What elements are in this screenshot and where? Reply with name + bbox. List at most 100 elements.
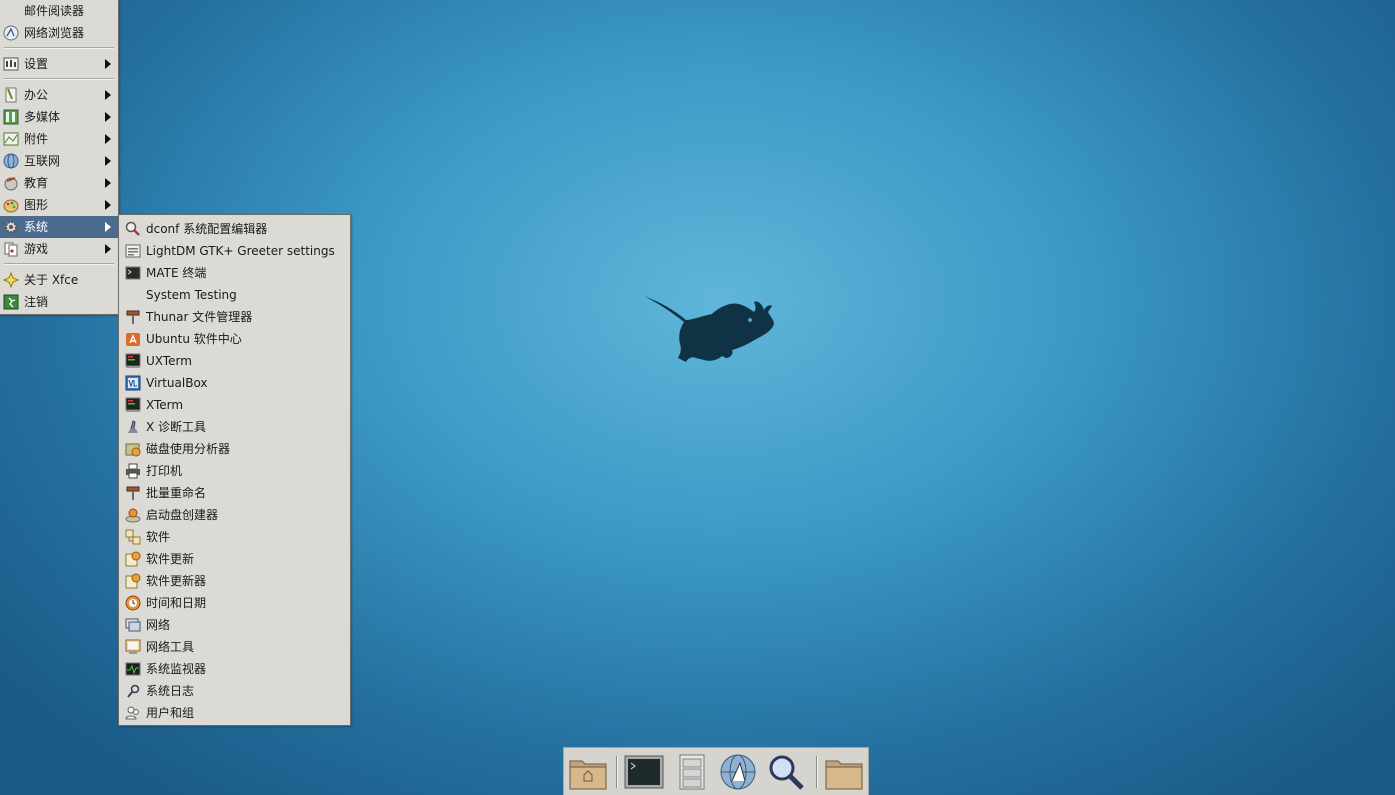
submenu-item-startup-disk-creator[interactable]: 启动盘创建器 [119, 504, 350, 526]
submenu-arrow-icon [105, 59, 111, 69]
dock-search-button[interactable] [766, 753, 806, 791]
menu-item-label: 图形 [24, 198, 49, 212]
dock-web-browser-button[interactable] [718, 753, 758, 791]
submenu-item-time-date[interactable]: 时间和日期 [119, 592, 350, 614]
file-manager-icon [126, 310, 140, 324]
submenu-item-software-update[interactable]: 软件更新 [119, 548, 350, 570]
submenu-item-software-updater[interactable]: 软件更新器 [119, 570, 350, 592]
submenu-arrow-icon [105, 134, 111, 144]
menu-item-settings[interactable]: 设置 [0, 53, 118, 75]
submenu-item-label: 网络 [146, 618, 171, 632]
submenu-item-software[interactable]: 软件 [119, 526, 350, 548]
submenu-item-label: 启动盘创建器 [146, 508, 219, 522]
menu-item-multimedia[interactable]: 多媒体 [0, 106, 118, 128]
submenu-item-label: 软件更新 [146, 552, 195, 566]
education-icon [4, 177, 18, 191]
submenu-item-label: 软件更新器 [146, 574, 207, 588]
virtualbox-icon [125, 375, 141, 391]
printer-icon [126, 463, 140, 479]
startup-disk-icon [125, 508, 141, 523]
dock-folder-button[interactable] [824, 753, 864, 791]
submenu-item-network-tools[interactable]: 网络工具 [119, 636, 350, 658]
xterm-icon [125, 397, 141, 412]
network-tools-icon [125, 639, 141, 654]
menu-item-web-browser[interactable]: 网络浏览器 [0, 22, 118, 44]
x-diagnostic-icon [128, 420, 138, 433]
menu-item-games[interactable]: 游戏 [0, 238, 118, 260]
submenu-item-thunar[interactable]: Thunar 文件管理器 [119, 306, 350, 328]
menu-item-education[interactable]: 教育 [0, 172, 118, 194]
submenu-item-label: Thunar 文件管理器 [146, 310, 253, 324]
submenu-item-system-monitor[interactable]: 系统监视器 [119, 658, 350, 680]
submenu-arrow-icon [105, 90, 111, 100]
submenu-item-network[interactable]: 网络 [119, 614, 350, 636]
submenu-item-label: 批量重命名 [146, 486, 207, 500]
menu-separator [4, 263, 114, 265]
submenu-item-mate-terminal[interactable]: MATE 终端 [119, 262, 350, 284]
search-icon [769, 755, 804, 790]
dock-terminal-button[interactable] [624, 753, 664, 791]
software-update-icon [125, 551, 141, 567]
submenu-item-disk-usage-analyzer[interactable]: 磁盘使用分析器 [119, 438, 350, 460]
submenu-item-x-diagnostic[interactable]: X 诊断工具 [119, 416, 350, 438]
menu-item-system[interactable]: 系统 [0, 216, 118, 238]
menu-item-graphics[interactable]: 图形 [0, 194, 118, 216]
submenu-item-label: 系统监视器 [146, 662, 207, 676]
xfce-mouse-logo-icon [644, 296, 774, 362]
submenu-item-label: MATE 终端 [146, 266, 207, 280]
submenu-item-ubuntu-software-center[interactable]: Ubuntu 软件中心 [119, 328, 350, 350]
menu-item-label: 互联网 [24, 154, 61, 168]
system-log-icon [127, 684, 140, 698]
submenu-item-xterm[interactable]: XTerm [119, 394, 350, 416]
submenu-item-dconf-editor[interactable]: dconf 系统配置编辑器 [119, 218, 350, 240]
submenu-item-label: X 诊断工具 [146, 420, 207, 434]
submenu-item-label: 软件 [146, 530, 171, 544]
terminal-icon [624, 755, 664, 789]
menu-item-accessories[interactable]: 附件 [0, 128, 118, 150]
menu-item-label: 多媒体 [24, 110, 61, 124]
dock-file-cabinet-button[interactable] [672, 753, 712, 791]
submenu-item-printer[interactable]: 打印机 [119, 460, 350, 482]
disk-analyzer-icon [125, 443, 141, 457]
network-icon [125, 618, 141, 632]
menu-item-logout[interactable]: 注销 [0, 291, 118, 313]
internet-icon [3, 153, 19, 169]
about-icon [3, 272, 19, 288]
menu-item-label: 关于 Xfce [24, 273, 79, 287]
file-cabinet-icon [679, 754, 705, 790]
menu-item-label: 系统 [24, 220, 49, 234]
menu-item-mail-reader[interactable]: 邮件阅读器 [0, 0, 118, 22]
menu-item-label: 注销 [24, 295, 49, 309]
system-monitor-icon [125, 662, 141, 676]
submenu-item-bulk-rename[interactable]: 批量重命名 [119, 482, 350, 504]
menu-item-office[interactable]: 办公 [0, 84, 118, 106]
logout-icon [3, 294, 19, 310]
system-icon [5, 221, 17, 233]
uxterm-icon [125, 353, 141, 368]
menu-item-label: 网络浏览器 [24, 26, 85, 40]
submenu-item-label: Ubuntu 软件中心 [146, 332, 242, 346]
submenu-item-label: LightDM GTK+ Greeter settings [146, 244, 335, 258]
menu-item-label: 邮件阅读器 [24, 4, 85, 18]
web-browser-icon [3, 25, 19, 41]
submenu-item-lightdm-settings[interactable]: LightDM GTK+ Greeter settings [119, 240, 350, 262]
submenu-item-uxterm[interactable]: UXTerm [119, 350, 350, 372]
submenu-item-virtualbox[interactable]: VirtualBox [119, 372, 350, 394]
dock-home-folder-button[interactable] [568, 753, 608, 791]
submenu-item-users-groups[interactable]: 用户和组 [119, 702, 350, 724]
lightdm-settings-icon [125, 244, 141, 258]
home-folder-icon [569, 760, 607, 790]
folder-icon [825, 760, 863, 790]
web-browser-icon [720, 754, 756, 790]
submenu-item-label: 时间和日期 [146, 596, 207, 610]
menu-item-internet[interactable]: 互联网 [0, 150, 118, 172]
dock-separator [816, 756, 818, 788]
desktop[interactable]: 邮件阅读器 网络浏览器 设置 办公 多媒体 附件 互联网 教育 图形 系统 游戏… [0, 0, 1395, 795]
submenu-item-system-log[interactable]: 系统日志 [119, 680, 350, 702]
software-icon [125, 529, 141, 545]
menu-item-about-xfce[interactable]: 关于 Xfce [0, 269, 118, 291]
submenu-item-system-testing[interactable]: System Testing [119, 284, 350, 306]
terminal-icon [125, 266, 141, 280]
settings-icon [3, 57, 19, 71]
submenu-arrow-icon [105, 178, 111, 188]
